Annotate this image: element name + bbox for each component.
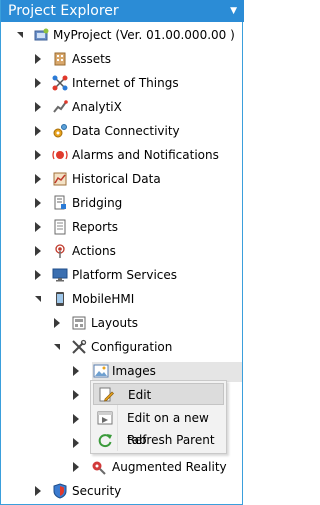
expand-icon[interactable]: [33, 95, 45, 119]
tree-item-label: Alarms and Notifications: [72, 148, 219, 162]
tree-item-root[interactable]: MyProject (Ver. 01.00.000.00 ): [1, 23, 242, 47]
panel-menu-dropdown-icon[interactable]: ▼: [230, 0, 237, 22]
assets-icon: [54, 52, 66, 66]
expand-icon[interactable]: [33, 479, 45, 503]
tree-item-mobilehmi[interactable]: MobileHMI: [1, 287, 242, 311]
tree-item-label: Internet of Things: [72, 76, 179, 90]
reports-icon: [54, 219, 66, 235]
tree-item-hidden-2[interactable]: [1, 407, 91, 431]
tree-item-actions[interactable]: Actions: [1, 239, 242, 263]
tree-item-label: AnalytiX: [72, 100, 122, 114]
project-icon: [34, 28, 49, 41]
tree-item-label: Data Connectivity: [72, 124, 180, 138]
tree-item-configuration[interactable]: Configuration: [1, 335, 242, 359]
expand-icon[interactable]: [71, 383, 83, 407]
tree-item-alarms[interactable]: Alarms and Notifications: [1, 143, 242, 167]
tools-icon: [72, 339, 87, 354]
actions-icon: [55, 244, 65, 258]
panel-titlebar: Project Explorer ▼: [1, 0, 244, 22]
tree-item-label: Reports: [72, 220, 119, 234]
menu-item-refresh-parent[interactable]: Refresh Parent: [93, 429, 224, 451]
expand-icon[interactable]: [33, 167, 45, 191]
project-explorer-panel: Project Explorer ▼ MyProject (Ver. 01.00…: [0, 0, 244, 505]
tree-item-platform-services[interactable]: Platform Services: [1, 263, 242, 287]
menu-item-label: Refresh Parent: [127, 433, 215, 447]
gear-icon: [53, 124, 67, 138]
tree-item-historical-data[interactable]: Historical Data: [1, 167, 242, 191]
collapse-icon[interactable]: [33, 287, 45, 311]
iot-icon: [52, 75, 68, 91]
mobile-icon: [56, 292, 64, 306]
tree-item-label: MobileHMI: [72, 292, 135, 306]
shield-icon: [53, 483, 67, 499]
augmented-reality-icon: [92, 461, 106, 475]
expand-icon[interactable]: [71, 359, 83, 383]
historical-data-icon: [53, 172, 67, 186]
expand-icon[interactable]: [33, 215, 45, 239]
collapse-icon[interactable]: [52, 335, 64, 359]
expand-icon[interactable]: [33, 119, 45, 143]
tree-item-label: Security: [72, 484, 122, 498]
tree-item-label: Configuration: [91, 340, 173, 354]
analytix-icon: [53, 100, 68, 113]
bridging-icon: [54, 195, 66, 210]
expand-icon[interactable]: [33, 71, 45, 95]
alarm-icon: [52, 150, 68, 160]
image-icon: [93, 364, 109, 378]
collapse-icon[interactable]: [15, 23, 27, 47]
expand-icon[interactable]: [33, 191, 45, 215]
tree-item-hidden-3[interactable]: [1, 431, 91, 455]
layouts-icon: [72, 316, 86, 330]
monitor-icon: [52, 268, 68, 282]
expand-icon[interactable]: [33, 263, 45, 287]
tree-item-label: Historical Data: [72, 172, 161, 186]
tree-item-security[interactable]: Security: [1, 479, 242, 503]
tree-item-label: Bridging: [72, 196, 123, 210]
tree-item-label: Actions: [72, 244, 116, 258]
tree-item-hidden-1[interactable]: [1, 383, 91, 407]
expand-icon[interactable]: [33, 239, 45, 263]
tree-item-label: Assets: [72, 52, 112, 66]
edit-icon: [99, 387, 114, 402]
tree-item-label: Layouts: [91, 316, 139, 330]
tree-item-reports[interactable]: Reports: [1, 215, 242, 239]
tree-item-layouts[interactable]: Layouts: [1, 311, 242, 335]
tree-item-iot[interactable]: Internet of Things: [1, 71, 242, 95]
tree-item-label: Augmented Reality: [112, 460, 227, 474]
menu-item-label: Edit: [128, 388, 152, 402]
expand-icon[interactable]: [33, 143, 45, 167]
tree-item-analytix[interactable]: AnalytiX: [1, 95, 242, 119]
tree-item-assets[interactable]: Assets: [1, 47, 242, 71]
menu-item-edit[interactable]: Edit: [93, 383, 224, 405]
tree-item-label: Platform Services: [72, 268, 178, 282]
tree-item-data-connectivity[interactable]: Data Connectivity: [1, 119, 242, 143]
expand-icon[interactable]: [33, 47, 45, 71]
refresh-icon: [98, 434, 112, 448]
tree-item-augmented-reality[interactable]: Augmented Reality: [1, 455, 242, 479]
context-menu: Edit Edit on a new tab Refresh Parent: [90, 380, 227, 454]
new-tab-icon: [97, 411, 113, 425]
tree-item-label: MyProject (Ver. 01.00.000.00 ): [53, 28, 235, 42]
expand-icon[interactable]: [71, 455, 83, 479]
panel-title: Project Explorer: [8, 3, 119, 19]
tree-item-bridging[interactable]: Bridging: [1, 191, 242, 215]
expand-icon[interactable]: [71, 407, 83, 431]
expand-icon[interactable]: [52, 311, 64, 335]
menu-item-edit-new-tab[interactable]: Edit on a new tab: [93, 407, 224, 447]
expand-icon[interactable]: [71, 431, 83, 455]
